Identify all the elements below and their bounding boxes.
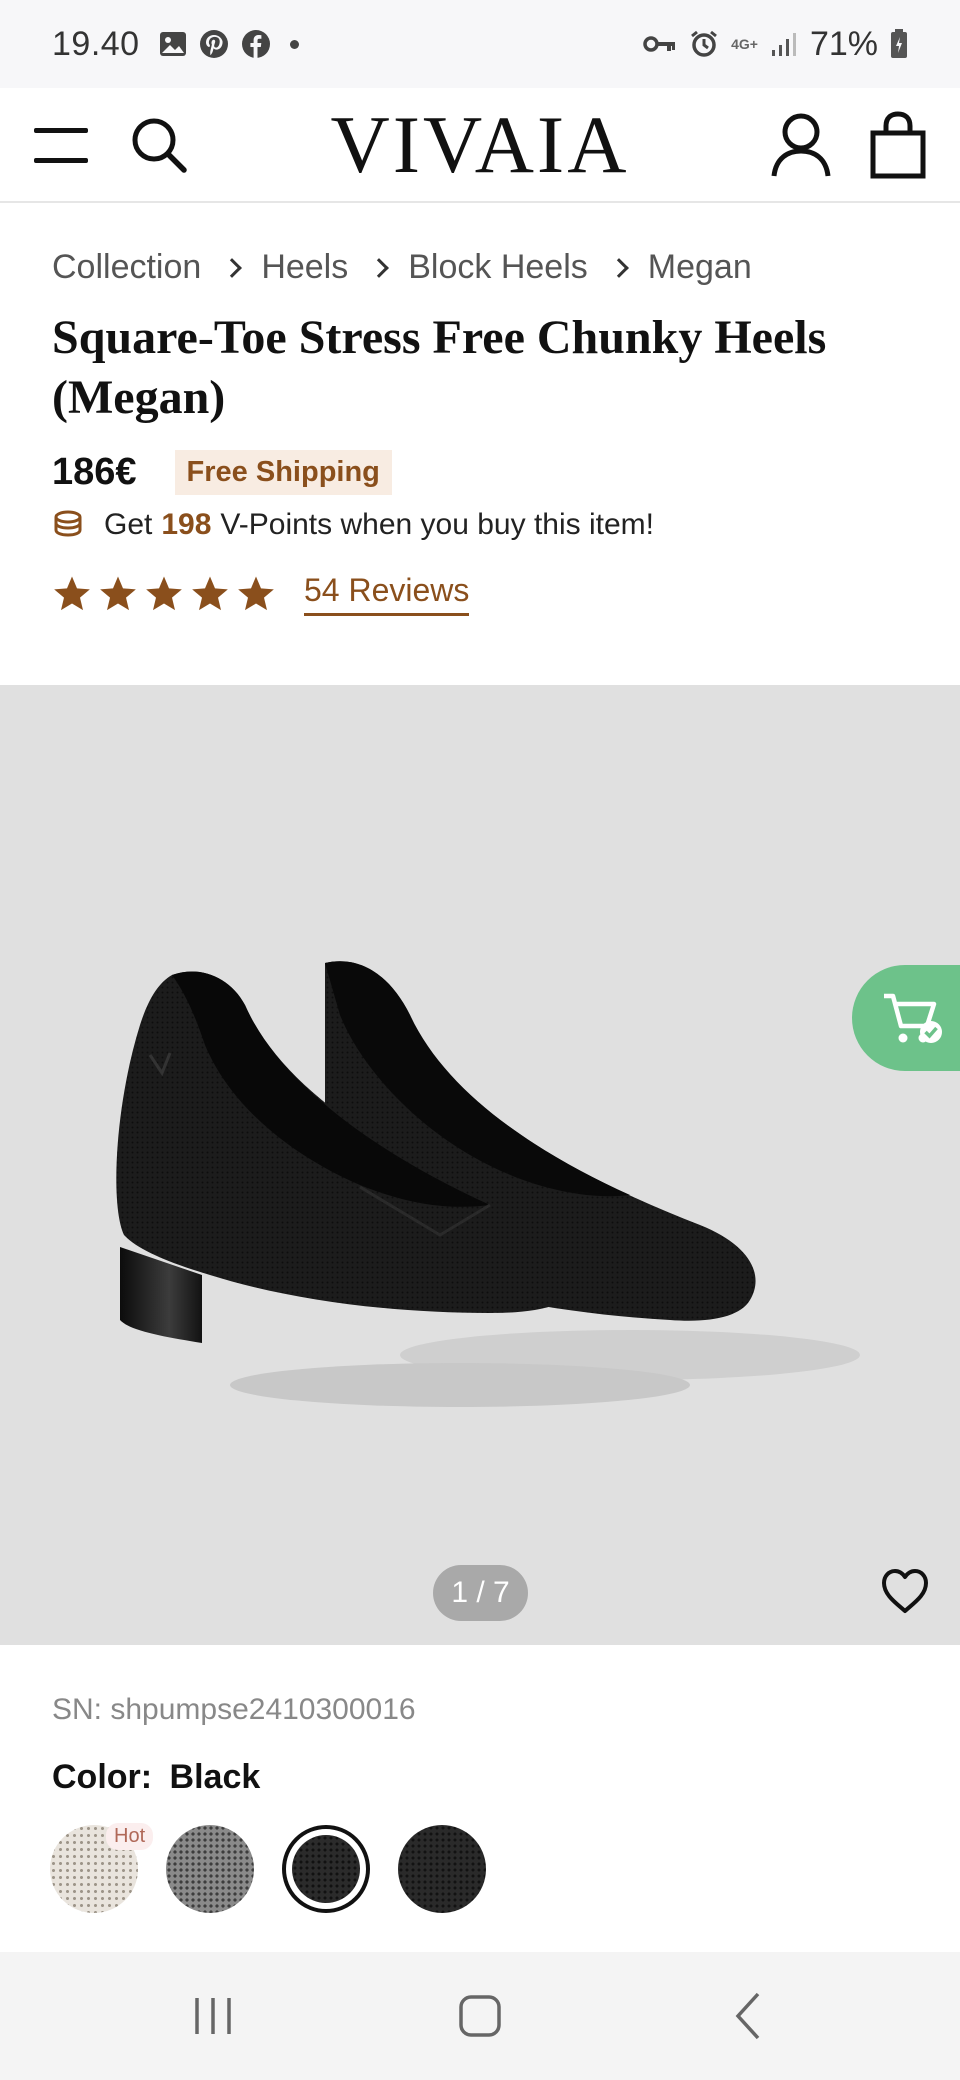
- color-label-row: Color: Black: [52, 1758, 260, 1797]
- swatch-black-selected[interactable]: [282, 1825, 370, 1913]
- heart-icon[interactable]: [880, 1567, 930, 1617]
- breadcrumb-block-heels[interactable]: Block Heels: [408, 248, 588, 287]
- product-sn: SN: shpumpse2410300016: [52, 1693, 416, 1726]
- breadcrumb-heels[interactable]: Heels: [261, 248, 348, 287]
- battery-icon: [891, 29, 907, 58]
- alarm-icon: [691, 30, 718, 57]
- cart-check-icon: [884, 993, 942, 1043]
- product-gallery[interactable]: 1 / 7: [0, 685, 960, 1645]
- status-time: 19.40: [52, 24, 140, 63]
- color-swatches: Hot: [50, 1823, 486, 1913]
- star-icon: [54, 576, 90, 611]
- free-shipping-badge: Free Shipping: [174, 450, 392, 495]
- gallery-page-indicator: 1 / 7: [433, 1565, 528, 1621]
- menu-icon[interactable]: [34, 125, 88, 165]
- star-rating: [52, 574, 276, 614]
- product-image: [116, 961, 860, 1407]
- breadcrumb-collection[interactable]: Collection: [52, 248, 201, 287]
- swatch-cream[interactable]: Hot: [50, 1823, 154, 1913]
- facebook-icon: [241, 30, 270, 58]
- product-title: Square-Toe Stress Free Chunky Heels (Meg…: [52, 311, 827, 424]
- pinterest-icon: [199, 30, 228, 58]
- site-header: VIVAIA: [0, 88, 960, 203]
- battery-percent: 71%: [809, 24, 878, 63]
- vpn-key-icon: [643, 36, 676, 52]
- star-icon: [238, 576, 274, 611]
- status-bar: 19.40 4G+ 71%: [0, 0, 960, 88]
- reviews-link[interactable]: 54 Reviews: [304, 572, 470, 616]
- bag-icon[interactable]: [868, 110, 928, 180]
- account-icon[interactable]: [770, 110, 832, 180]
- breadcrumb: Collection Heels Block Heels Megan: [52, 248, 752, 287]
- star-icon: [146, 576, 182, 611]
- coins-icon: [54, 510, 82, 537]
- star-icon: [100, 576, 136, 611]
- points-suffix: V-Points when you buy this item!: [220, 508, 654, 541]
- gallery-icon: [159, 32, 186, 56]
- network-type: 4G+: [731, 36, 758, 52]
- color-value: Black: [169, 1758, 261, 1796]
- points-value: 198: [161, 508, 212, 541]
- signal-icon: [771, 33, 796, 56]
- rating-row: 54 Reviews: [52, 572, 470, 616]
- hot-badge: Hot: [106, 1823, 154, 1850]
- add-to-cart-float-button[interactable]: [852, 965, 960, 1071]
- points-row: Get 198 V-Points when you buy this item!: [52, 508, 654, 542]
- system-nav-bar: [0, 1952, 960, 2080]
- swatch-dark[interactable]: [398, 1825, 486, 1913]
- search-icon[interactable]: [128, 114, 190, 176]
- points-prefix: Get: [104, 508, 153, 541]
- color-label: Color:: [52, 1758, 153, 1796]
- chevron-right-icon: [608, 257, 629, 278]
- chevron-right-icon: [369, 257, 390, 278]
- system-status: 4G+ 71%: [643, 25, 908, 64]
- back-icon[interactable]: [720, 1986, 780, 2046]
- breadcrumb-megan[interactable]: Megan: [648, 248, 752, 287]
- notification-icons: [158, 28, 299, 60]
- home-icon[interactable]: [450, 1986, 510, 2046]
- product-price: 186€: [52, 451, 137, 493]
- price-row: 186€ Free Shipping: [52, 450, 392, 495]
- swatch-gray[interactable]: [166, 1825, 254, 1913]
- star-icon: [192, 576, 228, 611]
- recent-apps-icon[interactable]: [183, 1986, 243, 2046]
- more-notifications-dot: [289, 39, 299, 49]
- chevron-right-icon: [222, 257, 243, 278]
